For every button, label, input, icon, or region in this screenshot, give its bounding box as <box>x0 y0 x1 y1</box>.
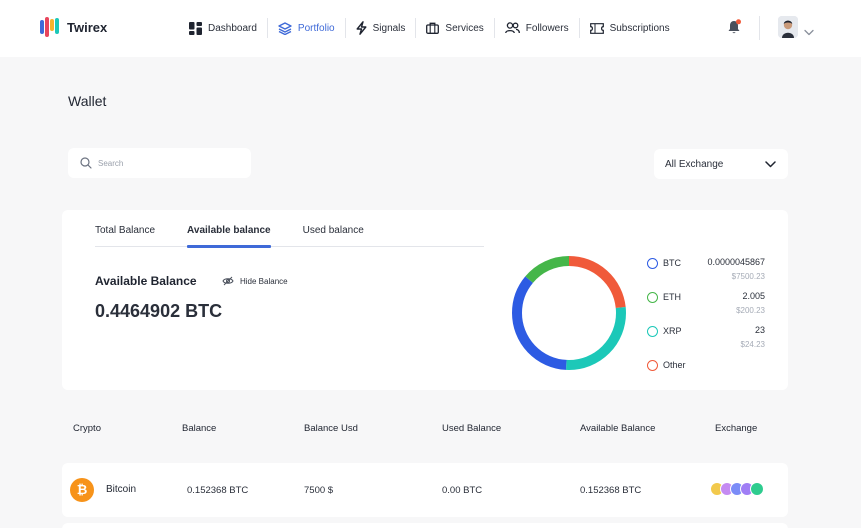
briefcase-icon <box>426 22 440 34</box>
nav-label: Signals <box>372 22 406 34</box>
allocation-donut-chart <box>512 256 626 370</box>
available-balance-cell: 0.152368 BTC <box>580 485 642 496</box>
nav-label: Dashboard <box>208 22 257 34</box>
legend-item-xrp: XRP 23 $24.23 <box>647 324 767 358</box>
nav-label: Services <box>445 22 484 34</box>
legend-name: BTC <box>663 258 681 268</box>
users-icon <box>504 22 520 34</box>
legend-amount: 23 <box>754 325 765 335</box>
hide-balance-label: Hide Balance <box>240 276 288 286</box>
balance-cell: 0.152368 BTC <box>187 485 249 496</box>
legend-dot-eth <box>647 292 658 303</box>
avatar-image <box>778 16 798 38</box>
nav-label: Portfolio <box>297 22 335 34</box>
table-header: Crypto Balance Balance Usd Used Balance … <box>73 423 793 437</box>
nav-item-dashboard[interactable]: Dashboard <box>179 17 267 39</box>
nav-item-portfolio[interactable]: Portfolio <box>268 17 345 39</box>
column-header-balance-usd[interactable]: Balance Usd <box>304 423 358 434</box>
balance-value: 0.4464902 BTC <box>95 301 223 321</box>
tab-used-balance[interactable]: Used balance <box>303 224 364 247</box>
tab-total-balance[interactable]: Total Balance <box>95 224 155 247</box>
page-title: Wallet <box>68 93 107 109</box>
crypto-name: Bitcoin <box>106 484 137 495</box>
search-input[interactable] <box>98 158 238 168</box>
legend-dot-xrp <box>647 326 658 337</box>
nav-item-services[interactable]: Services <box>416 17 493 39</box>
nav-label: Followers <box>525 22 569 34</box>
bell-icon <box>728 19 741 34</box>
legend-usd: $200.23 <box>736 306 765 315</box>
app-logo[interactable]: Twirex <box>40 17 107 37</box>
used-balance-cell: 0.00 BTC <box>442 485 483 496</box>
column-header-crypto[interactable]: Crypto <box>73 423 101 434</box>
ticket-icon <box>589 22 604 34</box>
column-header-used-balance[interactable]: Used Balance <box>442 423 501 434</box>
legend-usd: $7500.23 <box>731 272 765 281</box>
exchange-select[interactable]: All Exchange <box>654 149 788 179</box>
app-name: Twirex <box>67 19 108 35</box>
chevron-down-icon <box>765 160 776 167</box>
hide-balance-button[interactable]: Hide Balance <box>222 276 288 286</box>
nav-item-subscriptions[interactable]: Subscriptions <box>580 17 680 39</box>
column-header-exchange[interactable]: Exchange <box>715 423 757 434</box>
legend-amount: 2.005 <box>742 291 765 301</box>
search-box[interactable] <box>68 148 251 178</box>
legend-amount: 0.0000045867 <box>707 257 765 267</box>
main-nav: Dashboard Portfolio Signals Services Fol… <box>179 17 680 39</box>
logo-icon <box>40 17 60 37</box>
legend-item-other: Other <box>647 358 767 392</box>
exchange-select-value: All Exchange <box>665 158 724 170</box>
nav-item-signals[interactable]: Signals <box>346 17 416 39</box>
balance-tabs: Total Balance Available balance Used bal… <box>95 224 484 248</box>
table-row[interactable] <box>62 523 788 528</box>
chevron-down-icon <box>804 29 814 36</box>
bolt-icon <box>356 21 367 35</box>
legend-item-btc: BTC 0.0000045867 $7500.23 <box>647 256 767 290</box>
tab-available-balance[interactable]: Available balance <box>187 224 271 248</box>
exchange-icon <box>750 482 764 496</box>
legend-name: XRP <box>663 326 682 336</box>
bitcoin-icon: ₿ <box>70 478 94 502</box>
allocation-legend: BTC 0.0000045867 $7500.23 ETH 2.005 $200… <box>647 256 767 392</box>
eye-off-icon <box>222 276 234 286</box>
column-header-available-balance[interactable]: Available Balance <box>580 423 655 434</box>
layers-icon <box>278 21 292 35</box>
legend-usd: $24.23 <box>740 340 765 349</box>
nav-item-followers[interactable]: Followers <box>495 17 579 39</box>
user-avatar[interactable] <box>778 16 798 38</box>
legend-dot-other <box>647 360 658 371</box>
search-icon <box>80 157 92 169</box>
nav-label: Subscriptions <box>609 22 670 34</box>
notifications-button[interactable] <box>727 19 742 40</box>
legend-item-eth: ETH 2.005 $200.23 <box>647 290 767 324</box>
user-menu-chevron[interactable] <box>804 23 814 41</box>
balance-usd-cell: 7500 $ <box>304 485 334 496</box>
column-header-balance[interactable]: Balance <box>182 423 216 434</box>
legend-name: ETH <box>663 292 681 302</box>
exchange-icons <box>710 482 780 498</box>
dashboard-icon <box>189 21 202 35</box>
legend-dot-btc <box>647 258 658 269</box>
balance-heading: Available Balance <box>95 274 197 288</box>
legend-name: Other <box>663 360 686 370</box>
top-navigation-bar: Twirex Dashboard Portfolio Signals Servi… <box>0 0 861 57</box>
header-divider <box>759 16 760 40</box>
table-row[interactable]: ₿ Bitcoin 0.152368 BTC 7500 $ 0.00 BTC 0… <box>62 463 788 517</box>
balance-card: Total Balance Available balance Used bal… <box>62 210 788 390</box>
